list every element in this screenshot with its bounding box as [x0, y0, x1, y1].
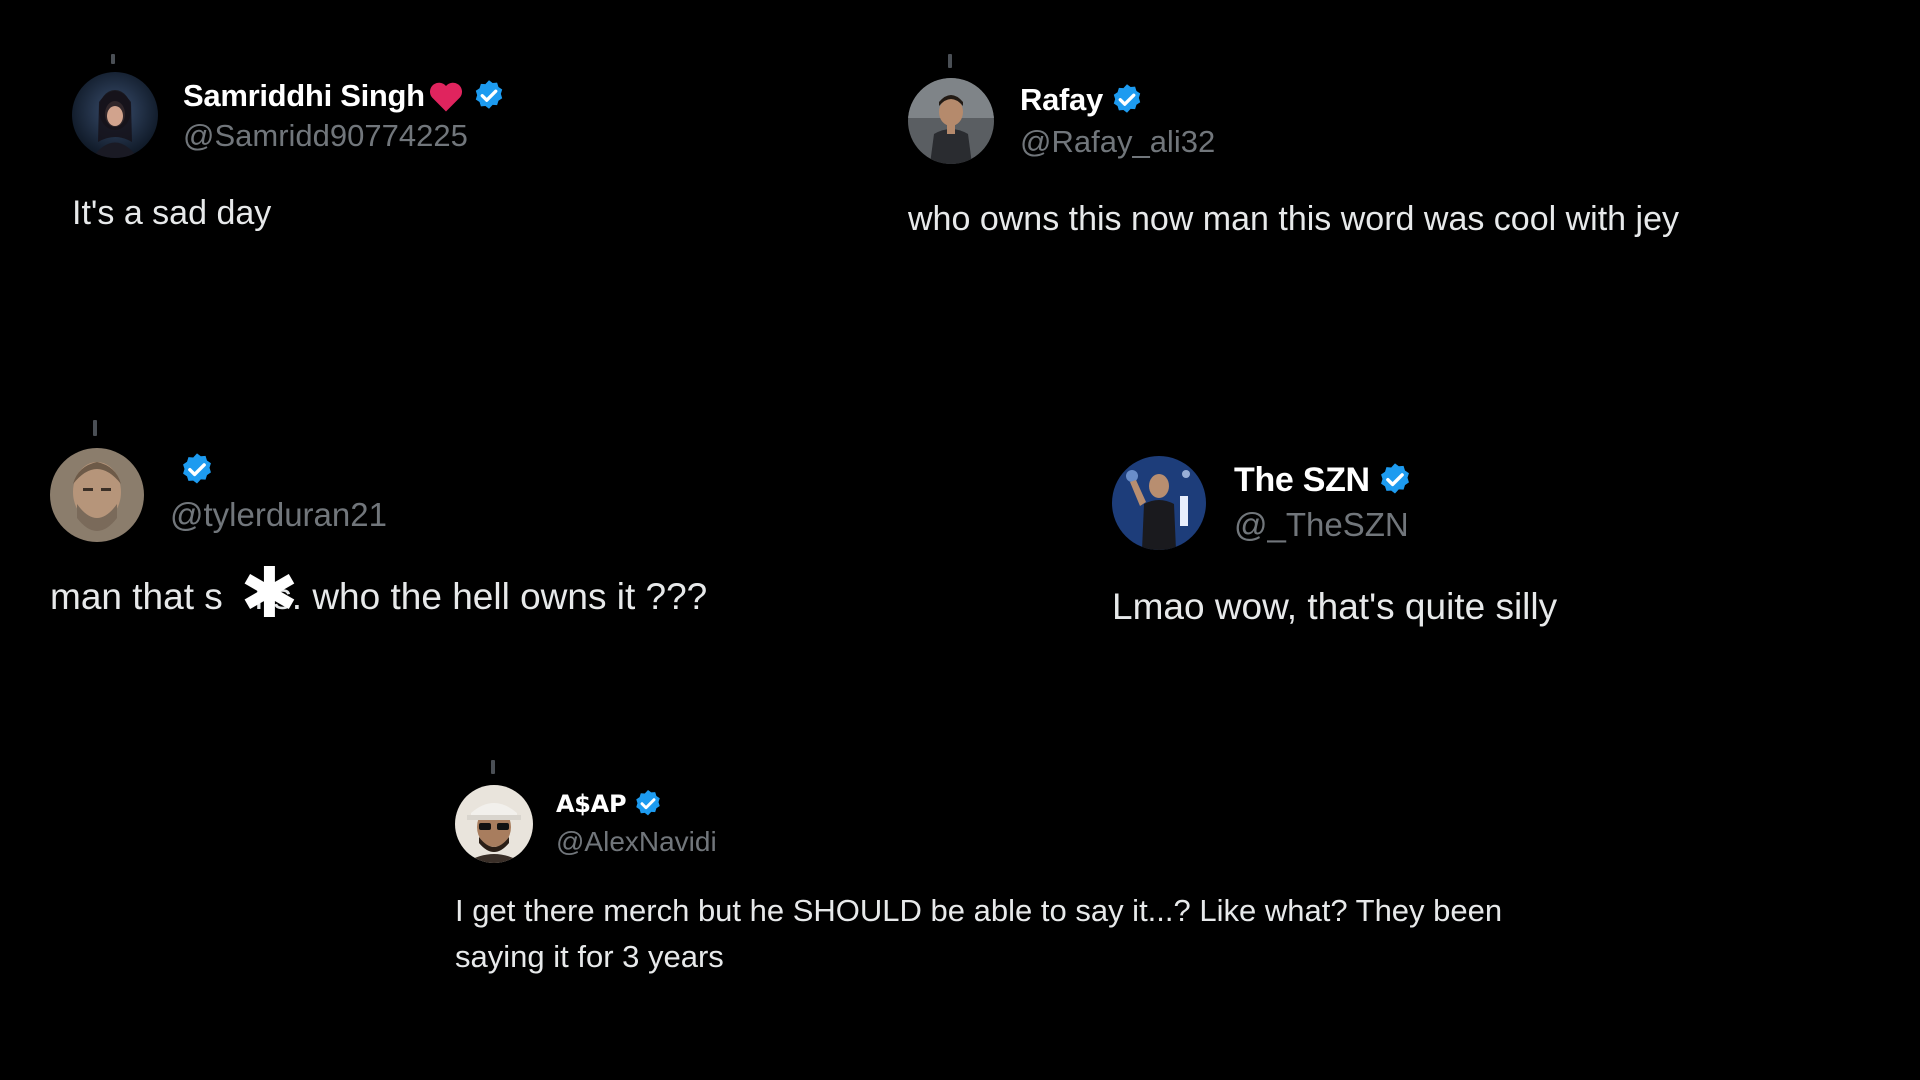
tweet-text: who owns this now man this word was cool…: [908, 200, 1679, 238]
avatar[interactable]: [908, 78, 994, 164]
display-name[interactable]: Samriddhi Singh: [183, 78, 425, 114]
tweet-card-theszn[interactable]: The SZN @_TheSZN Lmao wow, that's quite …: [1100, 400, 1920, 660]
name-row: The SZN: [1234, 458, 1414, 502]
verified-icon: [471, 78, 507, 114]
tweet-text: Lmao wow, that's quite silly: [1112, 586, 1558, 627]
user-handle[interactable]: @AlexNavidi: [556, 826, 717, 858]
display-name[interactable]: Rafay: [1020, 82, 1103, 118]
display-name[interactable]: The SZN: [1234, 461, 1370, 500]
user-handle[interactable]: @tylerduran21: [170, 496, 387, 534]
verified-icon: [632, 788, 664, 820]
censor-asterisk-icon: ✱: [240, 552, 299, 634]
tweet-card-asap[interactable]: A$AP @AlexNavidi I get there merch but h…: [400, 740, 1600, 1040]
tweet-card-tylerduran[interactable]: @tylerduran21 man that s ks. who the hell…: [0, 400, 1000, 660]
user-handle[interactable]: @_TheSZN: [1234, 506, 1409, 544]
user-handle[interactable]: @Rafay_ali32: [1020, 124, 1215, 160]
avatar[interactable]: [1112, 456, 1206, 550]
tweet-text-part-2: ks. who the hell owns it ???: [254, 576, 708, 617]
thread-connector: [948, 54, 952, 68]
display-name[interactable]: A$AP: [556, 790, 627, 818]
name-row: A$AP: [556, 784, 664, 824]
heart-icon: [427, 79, 465, 113]
tweet-text: It's a sad day: [72, 194, 272, 232]
tweet-text: man that s ks. who the hell owns it ???: [50, 576, 707, 618]
thread-connector: [93, 420, 97, 436]
avatar[interactable]: [455, 785, 533, 863]
tweet-text: I get there merch but he SHOULD be able …: [455, 893, 1503, 974]
name-row: [172, 448, 216, 492]
verified-icon: [1376, 461, 1414, 499]
tweet-card-rafay[interactable]: Rafay @Rafay_ali32 who owns this now man…: [880, 0, 1920, 300]
avatar[interactable]: [72, 72, 158, 158]
verified-icon: [1109, 82, 1145, 118]
avatar[interactable]: [50, 448, 144, 542]
tweet-card-samriddhi[interactable]: Samriddhi Singh @Samridd90774225 It's a …: [0, 0, 880, 300]
user-handle[interactable]: @Samridd90774225: [183, 118, 468, 154]
name-row: Rafay: [1020, 78, 1145, 122]
thread-connector: [491, 760, 495, 774]
tweet-text-part-1: man that s: [50, 576, 223, 617]
tweet-collage: Samriddhi Singh @Samridd90774225 It's a …: [0, 0, 1920, 1080]
name-row: Samriddhi Singh: [183, 74, 507, 118]
thread-connector: [111, 54, 115, 64]
verified-icon: [178, 451, 216, 489]
